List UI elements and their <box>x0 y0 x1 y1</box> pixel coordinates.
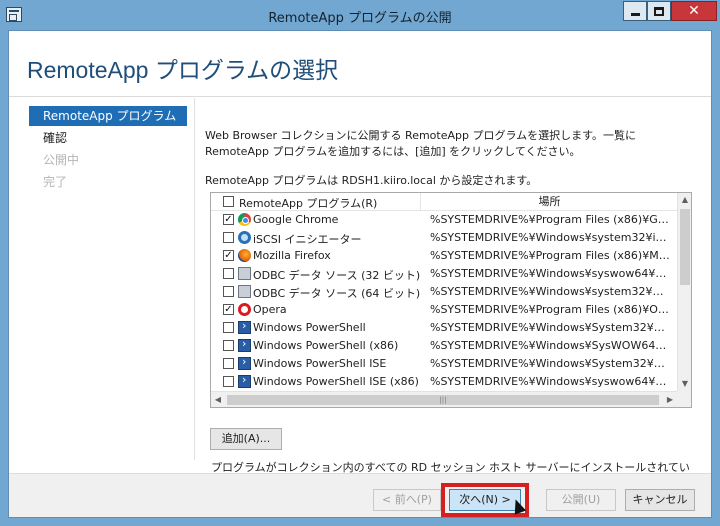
list-header: RemoteApp プログラム(R) 場所 <box>211 193 677 211</box>
chrome-icon <box>238 213 251 226</box>
row-checkbox[interactable] <box>223 358 234 369</box>
row-checkbox[interactable] <box>223 268 234 279</box>
program-name: Windows PowerShell ISE <box>253 357 387 370</box>
previous-button: < 前へ(P) <box>373 489 441 511</box>
program-name: Google Chrome <box>253 213 339 226</box>
scroll-right-icon[interactable]: ▶ <box>663 392 677 407</box>
minimize-button[interactable] <box>623 1 647 21</box>
page-header: RemoteApp プログラムの選択 <box>9 31 711 97</box>
powershell-icon <box>238 319 251 334</box>
program-name: Windows PowerShell <box>253 321 366 334</box>
program-name: ODBC データ ソース (64 ビット) <box>253 287 421 300</box>
add-button[interactable]: 追加(A)... <box>210 428 282 450</box>
footer-bar: < 前へ(P) 次へ(N) > 公開(U) キャンセル <box>9 473 711 517</box>
program-path: %SYSTEMDRIVE%¥Windows¥syswow64¥… <box>430 267 667 280</box>
page-title: RemoteApp プログラムの選択 <box>27 57 339 83</box>
table-row[interactable]: Windows PowerShell ISE (x86) %SYSTEMDRIVE… <box>211 373 677 391</box>
firefox-icon <box>238 249 251 262</box>
iscsi-icon <box>238 231 251 244</box>
scroll-corner <box>677 391 691 407</box>
row-checkbox[interactable] <box>223 376 234 387</box>
program-path: %SYSTEMDRIVE%¥Program Files (x86)¥G… <box>430 213 669 226</box>
odbc-icon <box>238 267 251 280</box>
table-row[interactable]: ODBC データ ソース (64 ビット) %SYSTEMDRIVE%¥Windo… <box>211 283 677 301</box>
row-checkbox[interactable]: ✓ <box>223 250 234 261</box>
table-row[interactable]: ✓ Opera %SYSTEMDRIVE%¥Program Files (x86)¥… <box>211 301 677 319</box>
row-checkbox[interactable] <box>223 232 234 243</box>
table-row[interactable]: Windows PowerShell %SYSTEMDRIVE%¥Windows¥… <box>211 319 677 337</box>
row-checkbox[interactable] <box>223 286 234 297</box>
row-checkbox[interactable]: ✓ <box>223 304 234 315</box>
publish-button: 公開(U) <box>546 489 616 511</box>
close-icon: ✕ <box>688 3 700 19</box>
description-text: Web Browser コレクションに公開する RemoteApp プログラムを… <box>205 129 637 158</box>
server-source-text: RemoteApp プログラムは RDSH1.kiiro.local から設定さ… <box>205 174 538 187</box>
client-area: RemoteApp プログラムの選択 RemoteApp プログラム 確認 公開… <box>8 30 712 518</box>
vertical-scroll-thumb[interactable] <box>680 209 690 285</box>
nav-item-publishing: 公開中 <box>43 153 80 167</box>
table-row[interactable]: iSCSI イニシエーター %SYSTEMDRIVE%¥Windows¥syste… <box>211 229 677 247</box>
nav-item-complete: 完了 <box>43 175 68 189</box>
horizontal-scroll-thumb[interactable]: ||| <box>227 395 659 405</box>
wizard-nav: RemoteApp プログラム 確認 公開中 完了 <box>9 98 195 460</box>
scroll-left-icon[interactable]: ◀ <box>211 392 225 407</box>
program-path: %SYSTEMDRIVE%¥Windows¥system32¥i… <box>430 231 667 244</box>
program-path: %SYSTEMDRIVE%¥Windows¥SysWOW64… <box>430 339 667 352</box>
table-row[interactable]: ✓ Google Chrome %SYSTEMDRIVE%¥Program File… <box>211 211 677 229</box>
table-row[interactable]: ✓ Mozilla Firefox %SYSTEMDRIVE%¥Program Fi… <box>211 247 677 265</box>
program-path: %SYSTEMDRIVE%¥Windows¥System32¥… <box>430 321 665 334</box>
powershell-icon <box>238 373 251 388</box>
odbc-icon <box>238 285 251 298</box>
table-row[interactable]: Windows PowerShell ISE %SYSTEMDRIVE%¥Wind… <box>211 355 677 373</box>
column-header-program[interactable]: RemoteApp プログラム(R) <box>211 193 421 211</box>
row-checkbox[interactable]: ✓ <box>223 214 234 225</box>
program-path: %SYSTEMDRIVE%¥Program Files (x86)¥M… <box>430 249 670 262</box>
nav-item-remoteapp-programs[interactable]: RemoteApp プログラム <box>29 106 187 126</box>
nav-item-confirm[interactable]: 確認 <box>29 128 187 148</box>
scroll-down-icon[interactable]: ▼ <box>678 377 691 391</box>
vertical-scrollbar[interactable]: ▲ ▼ <box>677 193 691 391</box>
horizontal-scrollbar[interactable]: ◀ ||| ▶ <box>211 391 677 407</box>
select-all-checkbox[interactable] <box>223 196 234 207</box>
minimize-icon <box>630 12 640 16</box>
program-path: %SYSTEMDRIVE%¥Windows¥syswow64¥… <box>430 375 667 388</box>
table-row[interactable]: ODBC データ ソース (32 ビット) %SYSTEMDRIVE%¥Windo… <box>211 265 677 283</box>
dialog-window: RemoteApp プログラムの公開 ✕ RemoteApp プログラムの選択 … <box>0 0 720 526</box>
opera-icon <box>238 303 251 316</box>
scroll-up-icon[interactable]: ▲ <box>678 193 691 207</box>
maximize-icon <box>654 6 664 16</box>
table-row[interactable]: Windows PowerShell (x86) %SYSTEMDRIVE%¥Wi… <box>211 337 677 355</box>
main-content: Web Browser コレクションに公開する RemoteApp プログラムを… <box>205 98 701 490</box>
program-name: Windows PowerShell ISE (x86) <box>253 375 419 388</box>
maximize-button[interactable] <box>647 1 671 21</box>
cancel-button[interactable]: キャンセル <box>625 489 695 511</box>
row-checkbox[interactable] <box>223 322 234 333</box>
column-header-program-label: RemoteApp プログラム(R) <box>239 197 378 210</box>
close-button[interactable]: ✕ <box>671 1 717 21</box>
powershell-icon <box>238 355 251 370</box>
title-bar[interactable]: RemoteApp プログラムの公開 ✕ <box>0 0 720 30</box>
program-name: ODBC データ ソース (32 ビット) <box>253 269 421 282</box>
program-path: %SYSTEMDRIVE%¥Windows¥system32¥… <box>430 285 664 298</box>
program-name: Opera <box>253 303 287 316</box>
window-title: RemoteApp プログラムの公開 <box>268 11 452 26</box>
program-path: %SYSTEMDRIVE%¥Windows¥System32¥… <box>430 357 665 370</box>
program-path: %SYSTEMDRIVE%¥Program Files (x86)¥O… <box>430 303 669 316</box>
column-header-location[interactable]: 場所 <box>422 193 677 211</box>
program-name: Windows PowerShell (x86) <box>253 339 399 352</box>
powershell-icon <box>238 337 251 352</box>
program-list: RemoteApp プログラム(R) 場所 ✓ Google Chrome %SYS… <box>210 192 692 408</box>
row-checkbox[interactable] <box>223 340 234 351</box>
program-name: iSCSI イニシエーター <box>253 233 362 246</box>
program-name: Mozilla Firefox <box>253 249 331 262</box>
